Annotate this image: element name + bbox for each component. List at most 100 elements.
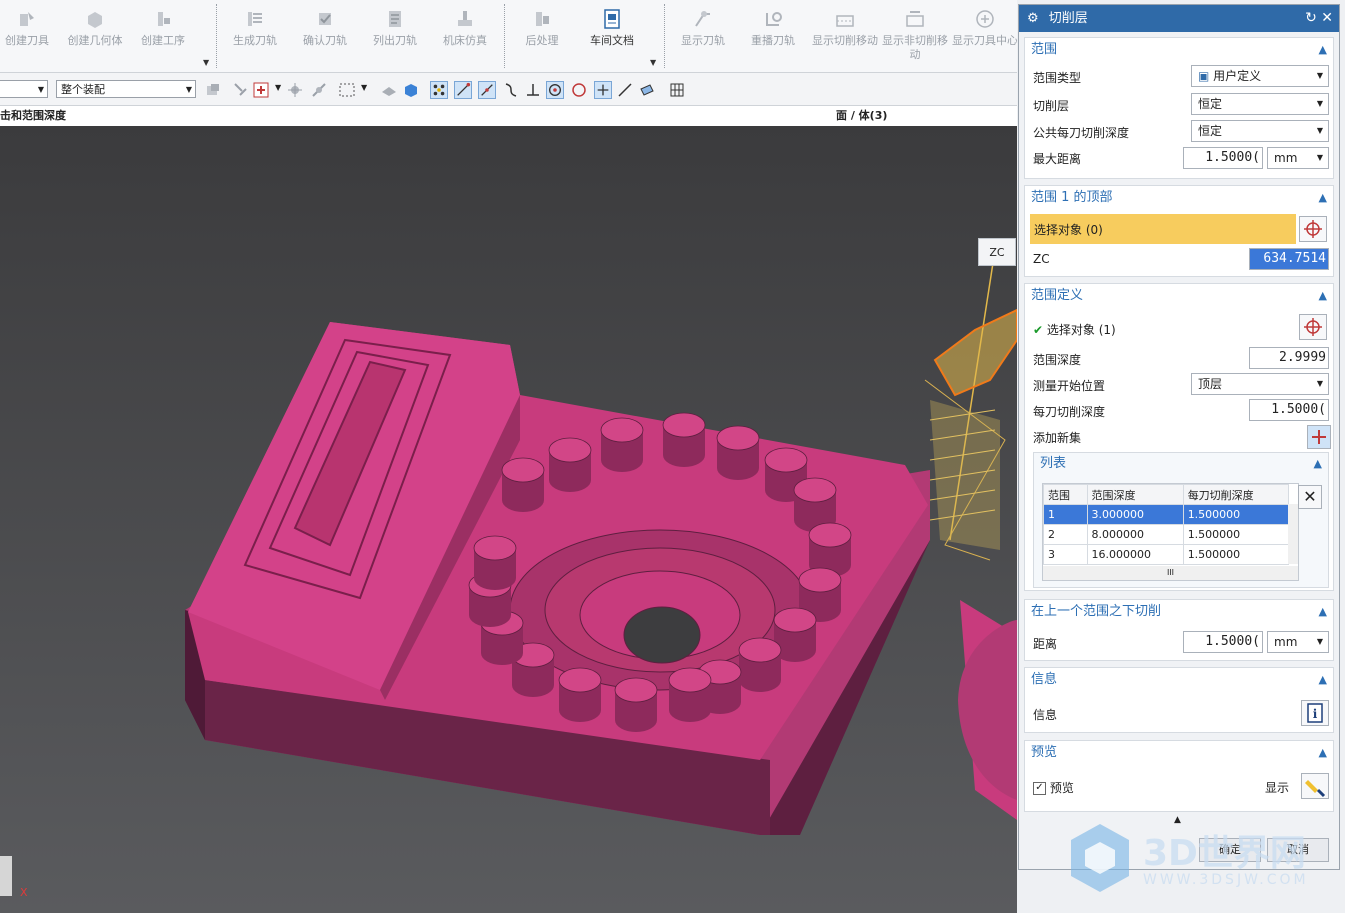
ribbon-group-arrow[interactable]: ▼ [650,58,656,67]
common-depth-label: 公共每刀切削深度 [1033,126,1130,140]
measure-from-select[interactable]: 顶层 ▼ [1191,373,1329,395]
intersection-icon[interactable] [524,81,542,99]
depth-per-cut-input[interactable]: 1.5000( [1249,399,1329,421]
display-path-button[interactable]: 显示刀轨 [668,6,738,68]
solid-icon[interactable] [402,81,420,99]
add-new-set-label: 添加新集 [1033,431,1082,445]
point-snap-icon[interactable] [286,81,304,99]
expand-arrow-icon[interactable]: ▲ [1174,815,1181,825]
assembly-icon[interactable] [204,81,222,99]
reset-icon[interactable]: ↻ [1305,10,1317,26]
machine-sim-button[interactable]: 机床仿真 [430,6,500,68]
range-top-header[interactable]: 范围 1 的顶部 ▲ [1025,186,1333,210]
range-depth-input[interactable]: 2.9999 [1249,347,1329,369]
range-type-select[interactable]: ▣ 用户定义 ▼ [1191,65,1329,87]
common-depth-select[interactable]: 恒定 ▼ [1191,120,1329,142]
collapse-icon[interactable]: ▲ [1314,453,1322,475]
curve-point-icon[interactable] [502,81,520,99]
quadrant-icon[interactable] [570,81,588,99]
column-header-depth[interactable]: 范围深度 [1086,484,1184,505]
max-distance-input[interactable]: 1.5000( [1183,147,1263,169]
column-header-range[interactable]: 范围 [1043,484,1088,505]
cut-below-header[interactable]: 在上一个范围之下切削 ▲ [1025,600,1333,624]
collapse-icon[interactable]: ▲ [1319,38,1327,62]
vertical-scrollbar[interactable] [1288,504,1298,564]
chevron-down-icon[interactable]: ▼ [275,83,281,92]
snap-points-icon[interactable] [430,81,448,99]
close-icon[interactable]: ✕ [1321,10,1333,26]
point-select-button[interactable] [1299,216,1327,242]
create-geometry-button[interactable]: 创建几何体 [60,6,130,68]
verify-path-button[interactable]: 确认刀轨 [290,6,360,68]
info-icon: i [1307,703,1323,723]
shop-doc-icon [604,9,620,29]
edge-snap-icon[interactable] [310,81,328,99]
cut-levels-select[interactable]: 恒定 ▼ [1191,93,1329,115]
cut-levels-label: 切削层 [1033,99,1070,113]
horizontal-scrollbar[interactable]: III [1043,566,1298,580]
range-header[interactable]: 范围 ▲ [1025,38,1333,62]
create-tool-button[interactable]: 创建刀具 [0,6,62,68]
show-noncut-moves-icon [906,11,924,27]
point-select-button[interactable] [1299,314,1327,340]
distance-input[interactable]: 1.5000( [1183,631,1263,653]
point-on-curve-icon[interactable] [616,81,634,99]
collapse-icon[interactable]: ▲ [1319,668,1327,692]
ribbon-group-arrow[interactable]: ▼ [203,58,209,67]
cancel-button[interactable]: 取消 [1267,838,1329,862]
list-header[interactable]: 列表 ▲ [1034,453,1328,475]
create-operation-button[interactable]: 创建工序 [128,6,198,68]
collapse-icon[interactable]: ▲ [1319,600,1327,624]
shop-doc-button[interactable]: 车间文档 [577,6,647,68]
select-object-row[interactable]: ✔ 选择对象 (1) [1033,321,1116,338]
snap-arrow-icon[interactable] [232,81,250,99]
collapse-icon[interactable]: ▲ [1319,741,1327,765]
info-header[interactable]: 信息 ▲ [1025,668,1333,692]
chevron-down-icon[interactable]: ▼ [361,83,367,92]
generate-path-button[interactable]: 生成刀轨 [220,6,290,68]
ok-button[interactable]: 确定 [1199,838,1261,862]
graphics-viewport[interactable]: X [0,126,1017,913]
collapse-icon[interactable]: ▲ [1319,284,1327,308]
postprocess-button[interactable]: 后处理 [507,6,577,68]
filter-icon[interactable] [252,81,270,99]
delete-range-button[interactable]: ✕ [1298,485,1322,509]
show-tool-center-button[interactable]: 显示刀具中心 [950,6,1020,68]
list-path-button[interactable]: 列出刀轨 [360,6,430,68]
table-row[interactable]: 2 8.000000 1.500000 [1043,524,1290,545]
gear-icon[interactable]: ⚙ [1027,11,1039,26]
show-cut-moves-button[interactable]: 显示切削移动 [810,6,880,68]
max-distance-unit-select[interactable]: mm ▼ [1267,147,1329,169]
measure-from-label: 测量开始位置 [1033,379,1106,393]
select-object-row[interactable]: 选择对象 (0) [1030,214,1296,244]
create-tool-icon [20,12,34,26]
show-noncut-moves-button[interactable]: 显示非切削移动 [880,6,950,68]
rect-select-icon[interactable] [338,81,356,99]
type-filter-combo[interactable]: ▼ [0,80,48,98]
show-hide-icon[interactable] [380,81,398,99]
crosshair-icon [1304,220,1322,238]
assembly-combo[interactable]: 整个装配 ▼ [56,80,196,98]
table-row[interactable]: 3 16.000000 1.500000 [1043,544,1290,565]
existing-point-icon[interactable] [594,81,612,99]
distance-unit-select[interactable]: mm ▼ [1267,631,1329,653]
range-definition-header[interactable]: 范围定义 ▲ [1025,284,1333,308]
zc-input[interactable]: 634.7514 [1249,248,1329,270]
table-row[interactable]: 1 3.000000 1.500000 [1043,504,1290,525]
checkbox-checked-icon: ✓ [1033,782,1046,795]
show-button[interactable] [1301,773,1329,799]
collapse-icon[interactable]: ▲ [1319,186,1327,210]
point-on-face-icon[interactable] [638,81,656,99]
replay-path-button[interactable]: 重播刀轨 [738,6,808,68]
zc-handle-label[interactable]: ZC [978,238,1016,266]
add-new-set-button[interactable] [1307,425,1331,449]
midpoint-icon[interactable] [478,81,496,99]
grid-icon[interactable] [668,81,686,99]
info-button[interactable]: i [1301,700,1329,726]
list-path-icon [389,11,401,27]
preview-header[interactable]: 预览 ▲ [1025,741,1333,765]
endpoint-icon[interactable] [454,81,472,99]
arc-center-icon[interactable] [546,81,564,99]
preview-checkbox[interactable]: ✓ 预览 [1033,779,1074,796]
column-header-per-cut[interactable]: 每刀切削深度 [1182,484,1290,505]
